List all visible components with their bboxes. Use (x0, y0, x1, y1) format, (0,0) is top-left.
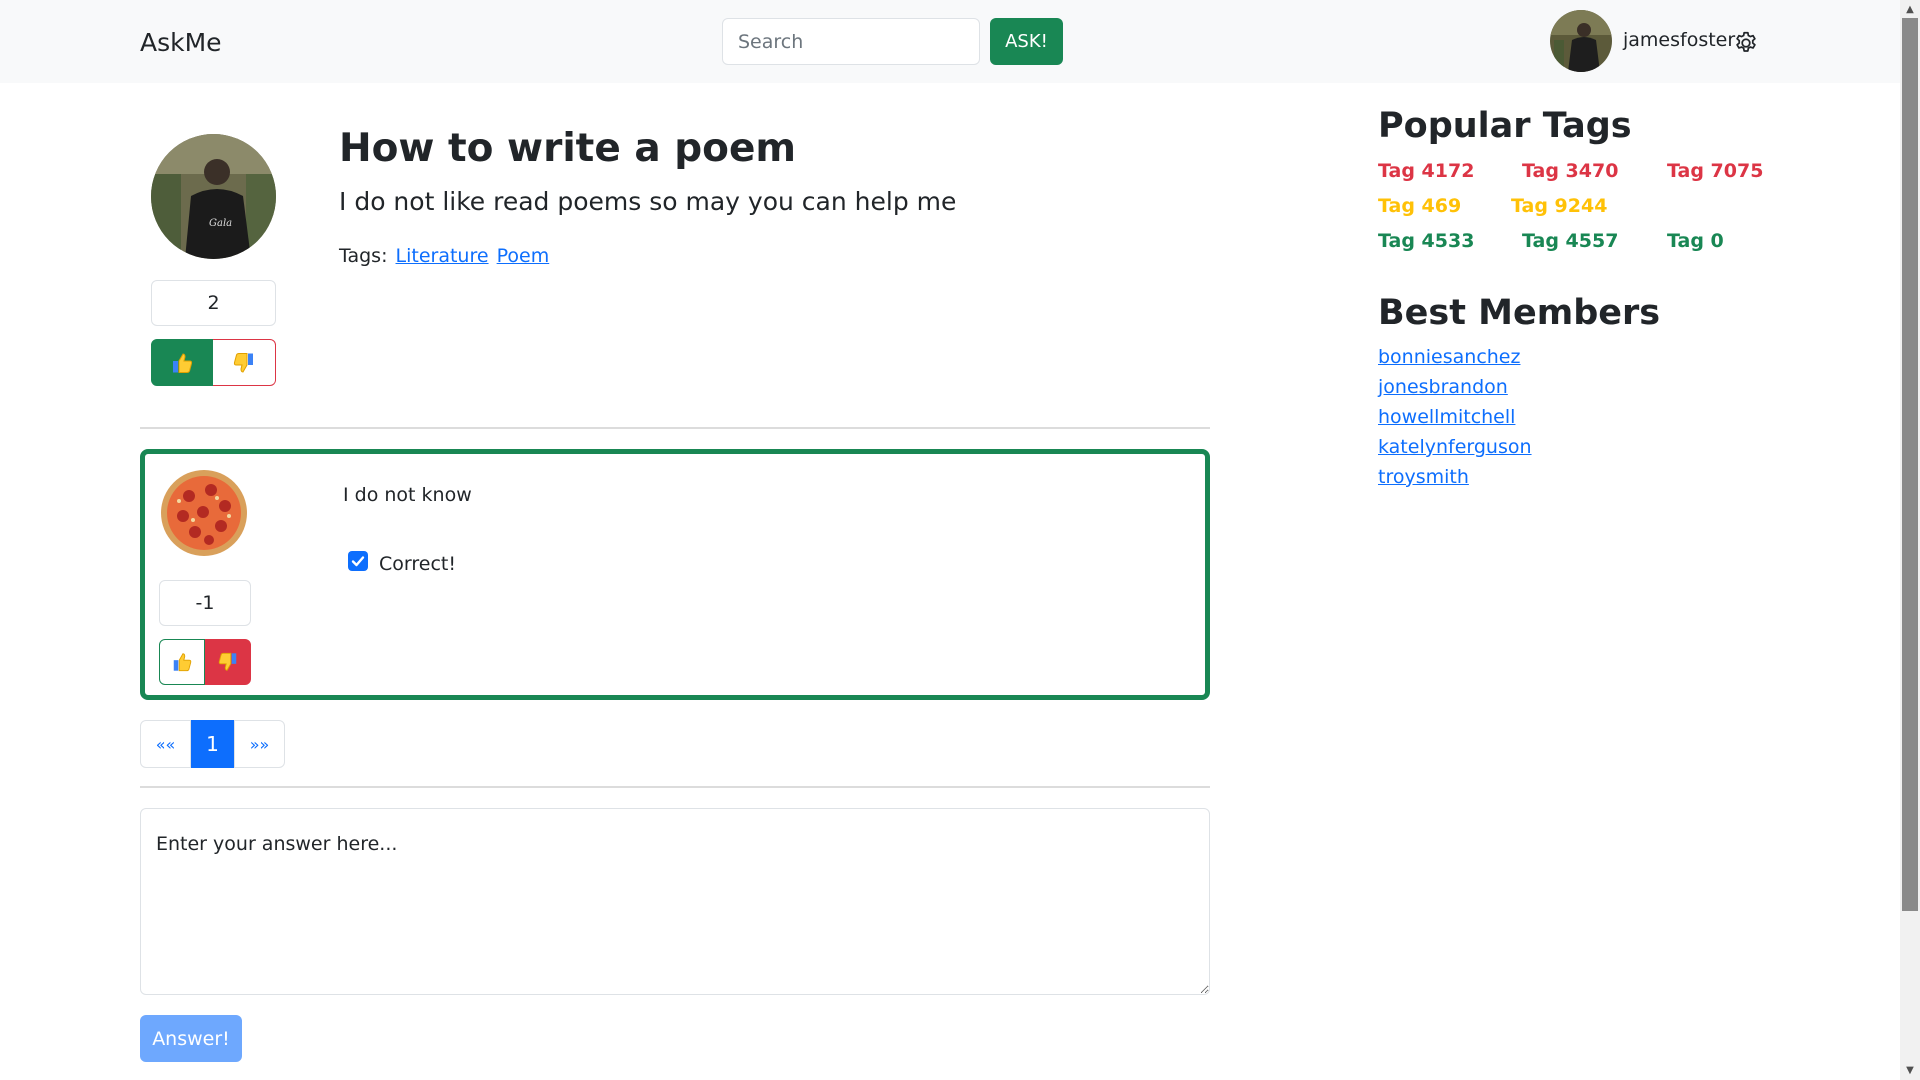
scrollbar-thumb[interactable] (1902, 18, 1918, 911)
answer-author-avatar (159, 468, 249, 558)
answer-upvote-button[interactable] (159, 639, 205, 685)
search-input[interactable] (722, 18, 980, 65)
popular-tags-heading: Popular Tags (1378, 106, 1632, 146)
upvote-button[interactable] (151, 339, 213, 386)
popular-tag[interactable]: Tag 4557 (1522, 230, 1618, 252)
answer-textarea[interactable] (140, 808, 1210, 995)
popular-tag[interactable]: Tag 0 (1667, 230, 1724, 252)
tag-link-literature[interactable]: Literature (396, 245, 489, 267)
checkmark-icon (351, 556, 365, 567)
page-first-button[interactable]: «« (140, 720, 191, 768)
answer-card: -1 I do not know Correct! (140, 449, 1210, 700)
question-tags: Tags: Literature Poem (339, 245, 549, 267)
popular-tag[interactable]: Tag 9244 (1511, 195, 1607, 217)
popular-tag[interactable]: Tag 3470 (1522, 160, 1618, 182)
thumbs-down-icon (218, 652, 237, 671)
member-link[interactable]: bonniesanchez (1378, 346, 1520, 368)
popular-tag[interactable]: Tag 4172 (1378, 160, 1474, 182)
question-author-avatar: Gala (151, 134, 276, 259)
svg-text:Gala: Gala (209, 218, 232, 229)
question-vote-group (151, 339, 276, 386)
answer-rating: -1 (159, 580, 251, 626)
question-body: I do not like read poems so may you can … (339, 187, 957, 216)
popular-tag[interactable]: Tag 469 (1378, 195, 1461, 217)
question-rating-value: 2 (207, 292, 220, 314)
question-rating: 2 (151, 280, 276, 326)
brand-logo[interactable]: AskMe (140, 28, 222, 57)
answer-vote-group (159, 639, 251, 685)
tags-label: Tags: (339, 245, 388, 267)
scroll-up-arrow-icon[interactable]: ▲ (1900, 0, 1920, 18)
divider (140, 427, 1210, 429)
member-link[interactable]: jonesbrandon (1378, 376, 1508, 398)
best-members-heading: Best Members (1378, 293, 1661, 333)
popular-tag[interactable]: Tag 4533 (1378, 230, 1474, 252)
correct-checkbox[interactable] (348, 551, 368, 571)
popular-tag[interactable]: Tag 7075 (1667, 160, 1763, 182)
answer-text: I do not know (343, 484, 472, 506)
username-label[interactable]: jamesfoster (1623, 29, 1735, 51)
pagination: «« 1 »» (140, 720, 285, 768)
member-link[interactable]: howellmitchell (1378, 406, 1515, 428)
top-navbar: AskMe ASK! jamesfoster (0, 0, 1900, 83)
ask-button[interactable]: ASK! (990, 18, 1063, 65)
answer-submit-button[interactable]: Answer! (140, 1015, 242, 1062)
user-avatar[interactable] (1550, 10, 1612, 72)
page-last-button[interactable]: »» (234, 720, 285, 768)
thumbs-down-icon (233, 352, 253, 373)
gear-icon[interactable] (1733, 30, 1759, 56)
answer-rating-value: -1 (195, 592, 215, 614)
scroll-down-arrow-icon[interactable]: ▼ (1900, 1060, 1920, 1080)
answer-downvote-button[interactable] (205, 639, 251, 685)
correct-label[interactable]: Correct! (379, 553, 456, 575)
tag-link-poem[interactable]: Poem (497, 245, 550, 267)
thumbs-up-icon (173, 352, 193, 373)
member-link[interactable]: troysmith (1378, 466, 1469, 488)
page-current-button[interactable]: 1 (191, 720, 234, 768)
divider (140, 786, 1210, 788)
thumbs-up-icon (173, 653, 192, 672)
question-title: How to write a poem (339, 126, 797, 171)
downvote-button[interactable] (213, 339, 276, 386)
member-link[interactable]: katelynferguson (1378, 436, 1532, 458)
